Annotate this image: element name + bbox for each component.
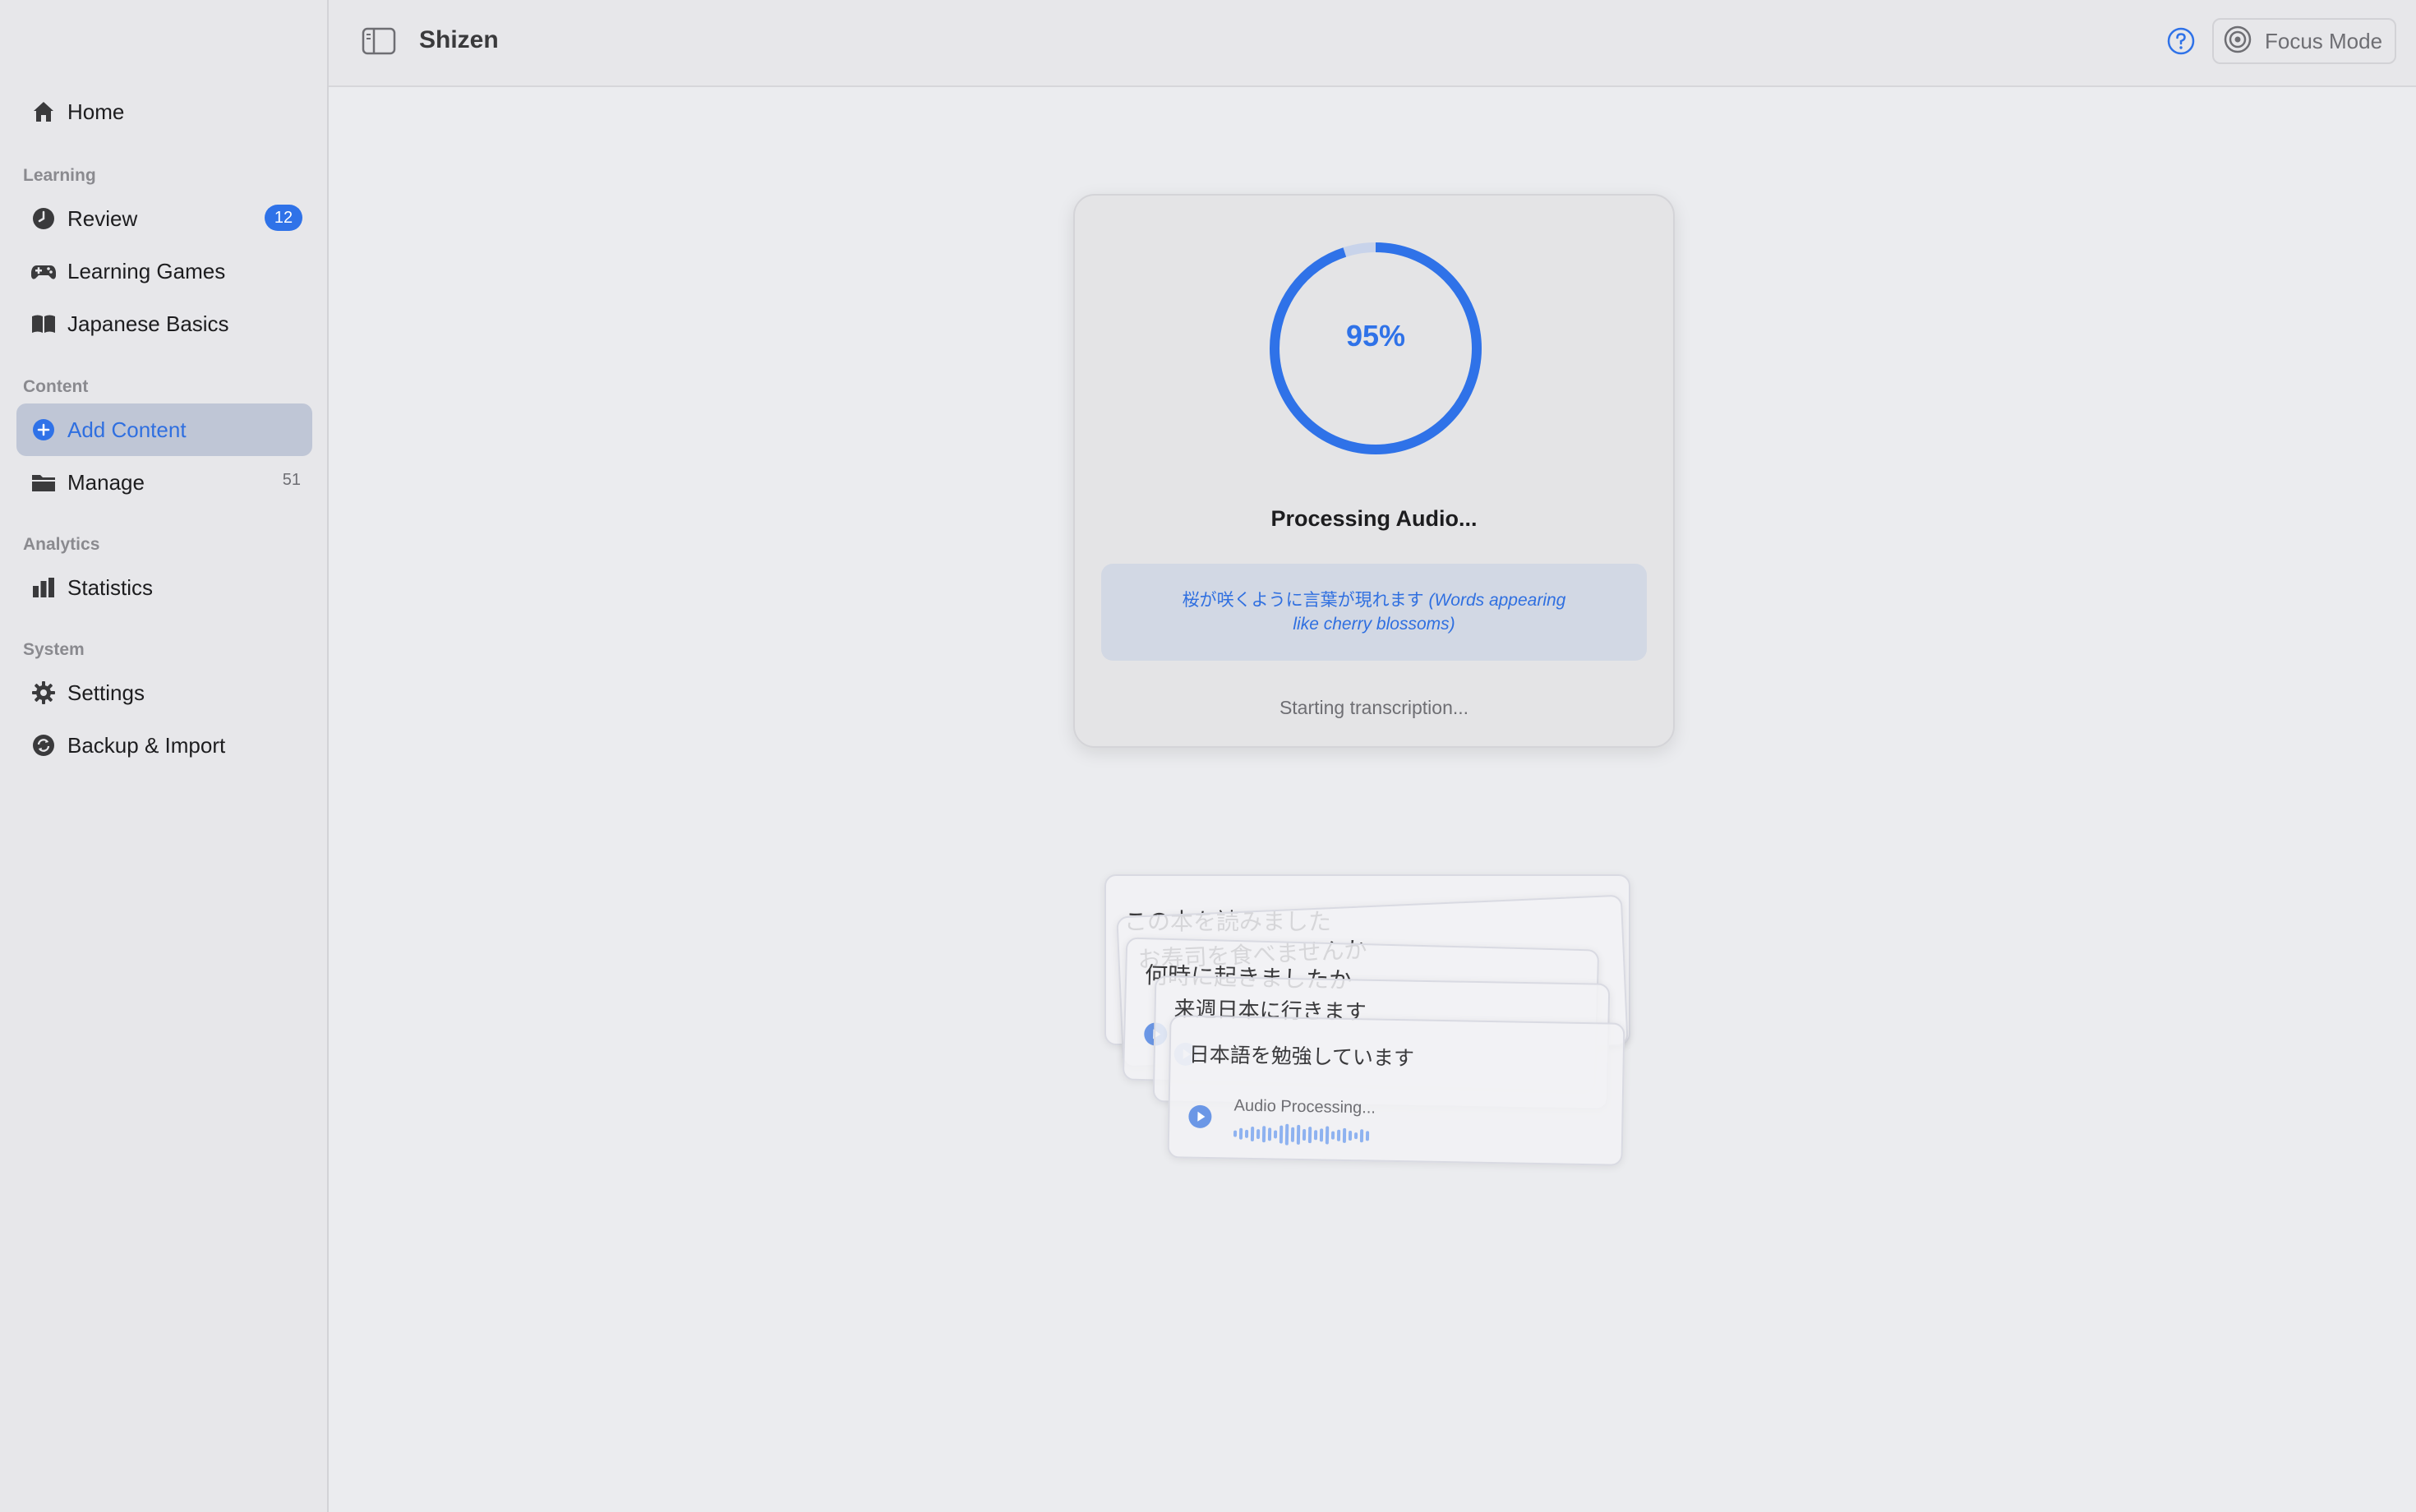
- question-circle-icon[interactable]: [2166, 26, 2196, 56]
- manage-count: 51: [282, 471, 301, 489]
- sidebar-item-statistics[interactable]: Statistics: [16, 561, 312, 614]
- plus-circle-icon: [30, 416, 58, 444]
- audio-waveform: [1233, 1123, 1370, 1147]
- waveform-bar: [1325, 1126, 1330, 1145]
- processing-card: 95% Processing Audio... 桜が咲くように言葉が現れます (…: [1073, 194, 1675, 748]
- section-label-learning: Learning: [23, 166, 96, 185]
- waveform-bar: [1244, 1129, 1249, 1138]
- sidebar-item-learning-games[interactable]: Learning Games: [16, 245, 312, 297]
- app-title: Shizen: [419, 26, 499, 53]
- book-icon: [30, 310, 58, 338]
- waveform-bar: [1336, 1129, 1341, 1141]
- gear-icon: [30, 679, 58, 707]
- review-count-badge: 12: [265, 205, 302, 231]
- clock-icon: [30, 205, 58, 233]
- waveform-bar: [1279, 1125, 1284, 1144]
- toolbar: Shizen Focus Mode: [329, 0, 2416, 87]
- sidebar-item-settings[interactable]: Settings: [16, 666, 312, 719]
- focus-mode-button[interactable]: Focus Mode: [2212, 18, 2396, 64]
- section-label-content: Content: [23, 377, 89, 396]
- processing-message-jp: 桜が咲くように言葉が現れます: [1182, 591, 1424, 610]
- processing-title: Processing Audio...: [1270, 506, 1478, 531]
- audio-processing-label: Audio Processing...: [1233, 1096, 1376, 1118]
- sidebar-item-label: Statistics: [67, 574, 154, 600]
- sidebar-item-home[interactable]: Home: [16, 85, 312, 138]
- sidebar-item-japanese-basics[interactable]: Japanese Basics: [16, 297, 312, 350]
- sidebar-item-label: Learning Games: [67, 258, 226, 284]
- sidebar-item-add-content[interactable]: Add Content: [16, 403, 312, 456]
- waveform-bar: [1290, 1127, 1295, 1142]
- app-window: Home Learning Review 12 Learning Games J…: [0, 0, 2416, 1512]
- waveform-bar: [1284, 1123, 1289, 1146]
- waveform-bar: [1261, 1126, 1266, 1143]
- sidebar-item-label: Settings: [67, 680, 145, 705]
- folder-icon: [30, 468, 58, 496]
- section-label-system: System: [23, 640, 85, 659]
- waveform-bar: [1313, 1130, 1318, 1141]
- gamepad-icon: [30, 257, 58, 285]
- sidebar-item-label: Japanese Basics: [67, 311, 229, 336]
- sidebar-item-manage[interactable]: Manage 51: [16, 456, 312, 509]
- waveform-bar: [1302, 1129, 1307, 1141]
- target-icon: [2222, 24, 2265, 59]
- processing-status: Starting transcription...: [1279, 697, 1469, 718]
- bar-chart-icon: [30, 574, 58, 602]
- sidebar-item-label: Add Content: [67, 417, 187, 442]
- preview-card-text: 日本語を勉強しています: [1188, 1042, 1415, 1071]
- waveform-bar: [1307, 1127, 1312, 1144]
- sidebar-item-review[interactable]: Review 12: [16, 192, 312, 245]
- sync-icon: [30, 731, 58, 759]
- waveform-bar: [1359, 1129, 1364, 1143]
- waveform-bar: [1353, 1132, 1358, 1140]
- sidebar-item-label: Manage: [67, 469, 145, 495]
- waveform-bar: [1233, 1130, 1238, 1137]
- sidebar-item-backup-import[interactable]: Backup & Import: [16, 719, 312, 772]
- sidebar-toggle-icon[interactable]: [362, 26, 396, 56]
- waveform-bar: [1348, 1130, 1353, 1141]
- waveform-bar: [1250, 1126, 1255, 1141]
- focus-mode-label: Focus Mode: [2265, 28, 2383, 53]
- sidebar-item-label: Review: [67, 205, 138, 231]
- section-label-analytics: Analytics: [23, 535, 100, 554]
- waveform-bar: [1342, 1127, 1347, 1143]
- house-icon: [30, 98, 58, 126]
- sidebar-item-label: Backup & Import: [67, 732, 226, 758]
- waveform-bar: [1330, 1131, 1335, 1140]
- waveform-bar: [1256, 1129, 1261, 1140]
- progress-percent: 95%: [1345, 319, 1406, 353]
- processing-message: 桜が咲くように言葉が現れます (Words appearing like che…: [1101, 564, 1647, 661]
- waveform-bar: [1267, 1127, 1272, 1141]
- sidebar-item-label: Home: [67, 99, 125, 124]
- sidebar: Home Learning Review 12 Learning Games J…: [0, 0, 329, 1512]
- waveform-bar: [1238, 1127, 1243, 1140]
- waveform-bar: [1365, 1131, 1370, 1141]
- waveform-bar: [1273, 1130, 1278, 1139]
- play-icon[interactable]: [1187, 1104, 1213, 1130]
- preview-card-front: 日本語を勉強しています Audio Processing...: [1167, 1015, 1625, 1166]
- waveform-bar: [1296, 1124, 1301, 1145]
- waveform-bar: [1319, 1128, 1324, 1142]
- preview-card-stack: この本を読みました お寿司を食べませんか 何時に起きましたか 来週日本に行きます…: [1101, 871, 1630, 1183]
